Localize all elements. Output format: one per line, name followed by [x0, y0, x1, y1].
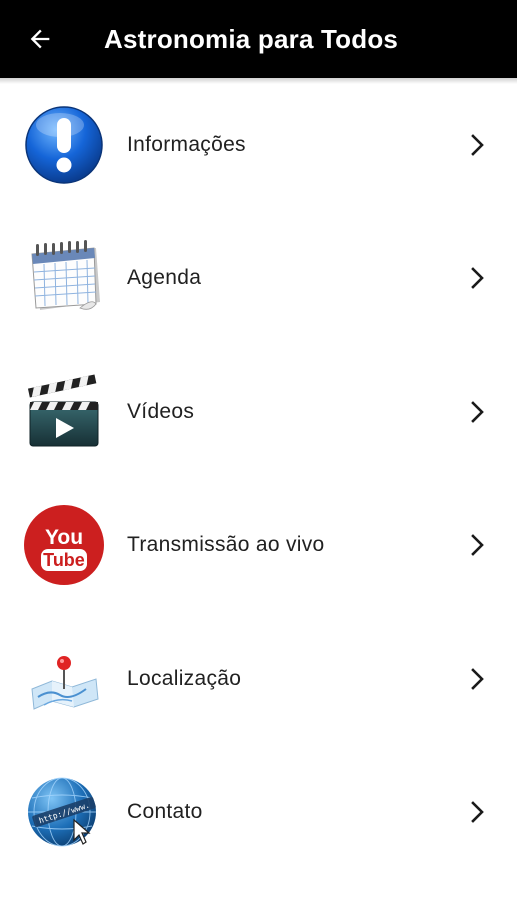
menu-item-localizacao[interactable]: Localização	[0, 612, 517, 746]
menu-item-contato[interactable]: http://www. Contato	[0, 746, 517, 880]
page-title: Astronomia para Todos	[104, 23, 399, 54]
chevron-right-icon	[471, 400, 484, 423]
menu-item-transmissao[interactable]: You Tube Transmissão ao vivo	[0, 479, 517, 613]
menu-list: Informações Agenda Vídeos You Tube Trans…	[0, 78, 517, 879]
back-button[interactable]	[0, 0, 82, 78]
calendar-icon	[22, 236, 106, 320]
menu-item-informacoes[interactable]: Informações	[0, 78, 517, 212]
youtube-logo-you: You	[45, 526, 83, 549]
chevron-right-icon	[471, 267, 484, 290]
map-pin-icon	[22, 637, 106, 721]
chevron-right-icon	[471, 667, 484, 690]
arrow-left-icon	[30, 29, 50, 49]
chevron-right-icon	[471, 534, 484, 557]
menu-item-label: Contato	[127, 800, 203, 824]
info-icon	[22, 103, 106, 187]
menu-item-label: Agenda	[127, 266, 202, 290]
menu-item-videos[interactable]: Vídeos	[0, 345, 517, 479]
menu-item-label: Localização	[127, 666, 242, 690]
chevron-right-icon	[471, 133, 484, 156]
menu-item-agenda[interactable]: Agenda	[0, 212, 517, 346]
menu-item-label: Transmissão ao vivo	[127, 533, 325, 557]
clapperboard-icon	[22, 370, 106, 454]
menu-item-label: Informações	[127, 132, 246, 156]
youtube-icon: You Tube	[22, 503, 106, 587]
chevron-right-icon	[471, 801, 484, 824]
app-bar: Astronomia para Todos	[0, 0, 517, 78]
youtube-logo-tube: Tube	[43, 550, 85, 570]
globe-web-icon: http://www.	[22, 770, 106, 854]
menu-item-label: Vídeos	[127, 399, 195, 423]
